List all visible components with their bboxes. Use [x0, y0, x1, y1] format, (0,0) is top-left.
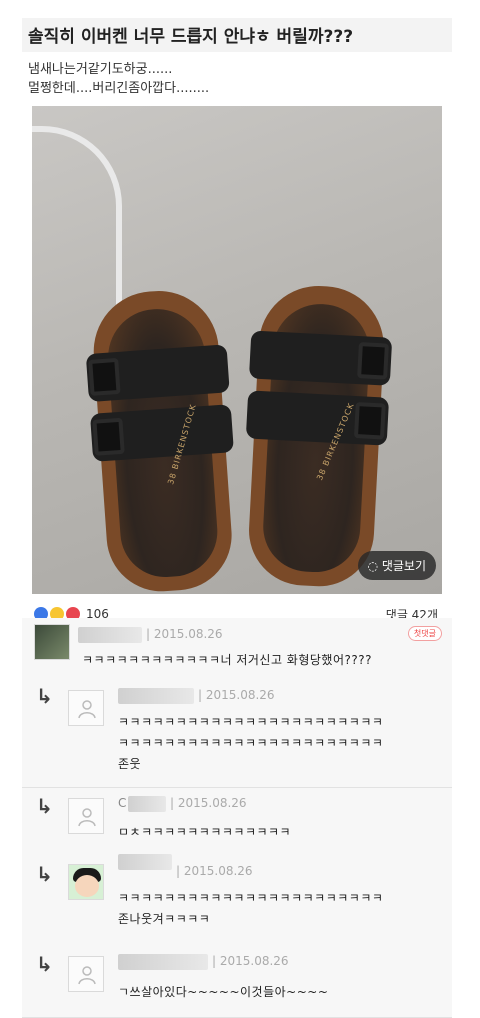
nickname-blurred	[118, 688, 194, 704]
comment-date: | 2015.08.26	[198, 688, 275, 702]
reply-item: ↳ | 2015.08.26 ㅋㅋㅋㅋㅋㅋㅋㅋㅋㅋㅋㅋㅋㅋㅋㅋㅋㅋㅋㅋㅋㅋㅋ ㅋ…	[22, 678, 452, 788]
nickname-blurred	[118, 854, 172, 870]
comment-date: | 2015.08.26	[176, 864, 253, 878]
person-icon	[78, 966, 96, 985]
reply-arrow-icon: ↳	[36, 952, 53, 976]
nickname-blurred	[128, 796, 166, 812]
comment-date: | 2015.08.26	[146, 627, 223, 641]
reply-arrow-icon: ↳	[36, 862, 53, 886]
nickname-prefix: C	[118, 796, 127, 810]
default-avatar[interactable]	[68, 956, 104, 992]
comment-text: ㄱ쓰살아있다~~~~~이것들아~~~~	[118, 985, 329, 999]
right-sandal: 38 BIRKENSTOCK	[245, 282, 393, 590]
post-title: 솔직히 이버켄 너무 드릅지 안냐ㅎ 버릴까???	[22, 18, 452, 52]
reply-arrow-icon: ↳	[36, 794, 53, 818]
comment-date: | 2015.08.26	[170, 796, 247, 810]
person-icon	[78, 808, 96, 827]
cartoon-avatar[interactable]	[68, 864, 104, 900]
nickname-blurred	[118, 954, 208, 970]
reply-arrow-icon: ↳	[36, 684, 53, 708]
post-body-line: 멀쩡한데....버리긴좀아깝다........	[28, 81, 210, 96]
post-body-line: 냄새나는거같기도하궁......	[28, 62, 173, 77]
comment-text: ㅁㅊㅋㅋㅋㅋㅋㅋㅋㅋㅋㅋㅋㅋㅋ	[118, 825, 292, 839]
reply-item: ↳ | 2015.08.26 ㅋㅋㅋㅋㅋㅋㅋㅋㅋㅋㅋㅋㅋㅋㅋㅋㅋㅋㅋㅋㅋㅋㅋ 존…	[22, 854, 452, 956]
post-card: 솔직히 이버켄 너무 드릅지 안냐ㅎ 버릴까??? 냄새나는거같기도하궁....…	[22, 18, 452, 1018]
nickname-blurred	[78, 627, 142, 643]
reply-item: ↳ | 2015.08.26 ㄱ쓰살아있다~~~~~이것들아~~~~	[22, 942, 452, 1018]
chat-bubble-icon: ◌	[367, 559, 378, 573]
default-avatar[interactable]	[68, 690, 104, 726]
post-photo[interactable]: 38 BIRKENSTOCK 38 BIRKENSTOCK ◌ 댓글보기	[32, 106, 442, 594]
comment-text: ㅋㅋㅋㅋㅋㅋㅋㅋㅋㅋㅋㅋㅋㅋㅋㅋㅋㅋㅋㅋㅋㅋㅋ 존나웃겨ㅋㅋㅋㅋ	[118, 891, 384, 926]
left-sandal: 38 BIRKENSTOCK	[85, 287, 236, 594]
first-comment-badge: 첫댓글	[407, 626, 442, 641]
view-comments-label: 댓글보기	[381, 559, 426, 573]
default-avatar[interactable]	[68, 798, 104, 834]
comment-date: | 2015.08.26	[212, 954, 289, 968]
person-icon	[78, 700, 96, 719]
comment-text: ㅋㅋㅋㅋㅋㅋㅋㅋㅋㅋㅋㅋㅋㅋㅋㅋㅋㅋㅋㅋㅋㅋㅋ ㅋㅋㅋㅋㅋㅋㅋㅋㅋㅋㅋㅋㅋㅋㅋㅋ…	[118, 715, 384, 771]
comment-text: ㅋㅋㅋㅋㅋㅋㅋㅋㅋㅋㅋㅋ너 저거신고 화형당했어????	[82, 653, 372, 667]
avatar[interactable]	[34, 624, 70, 660]
post-body: 냄새나는거같기도하궁...... 멀쩡한데....버리긴좀아깝다........	[28, 60, 448, 98]
view-comments-button[interactable]: ◌ 댓글보기	[357, 551, 436, 580]
